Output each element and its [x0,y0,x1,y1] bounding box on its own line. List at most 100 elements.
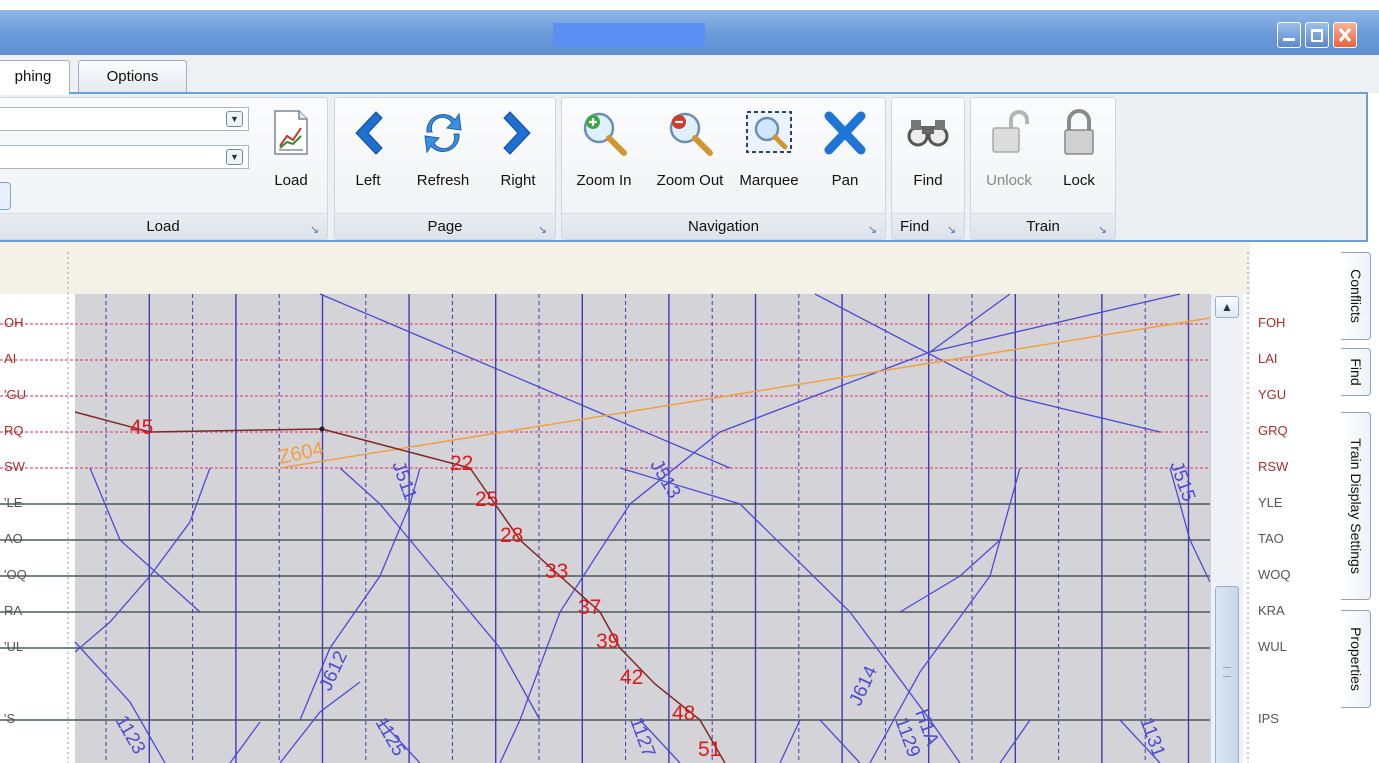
load-option-button[interactable] [0,182,11,210]
scroll-up-button[interactable]: ▲ [1215,296,1239,318]
refresh-button[interactable]: Refresh [405,104,481,204]
title-bar [0,10,1379,55]
train-node [319,426,325,432]
navigation-group-label: Navigation ↘ [562,213,885,239]
unlock-label: Unlock [986,172,1032,189]
lock-label: Lock [1063,172,1095,189]
station-label: KRA [1258,603,1285,618]
side-tab-train-display-settings[interactable]: Train Display Settings [1341,412,1371,600]
station-label: AI [4,351,17,366]
dialog-launcher-icon[interactable]: ↘ [538,218,547,243]
train-group: Unlock Lock Train ↘ [970,97,1116,240]
vertical-scrollbar[interactable]: ▲ [1210,294,1243,763]
find-group-label: Find ↘ [892,213,964,239]
graph-header-strip [0,242,1250,294]
pan-button[interactable]: Pan [814,104,876,204]
chevron-down-icon[interactable]: ▼ [226,149,243,165]
refresh-icon [424,112,462,154]
load-combo-1[interactable]: ▼ [0,107,249,131]
station-label: OH [4,315,24,330]
tab-options[interactable]: Options [78,60,187,93]
time-marker-label: 28 [500,524,523,547]
unlock-icon [992,110,1029,153]
zoom-in-icon [583,112,627,156]
time-marker-label: 33 [545,560,568,583]
tab-graphing[interactable]: phing [0,60,70,95]
arrow-left-icon [355,111,383,155]
time-marker-label: 22 [450,452,473,475]
maximize-button[interactable] [1305,22,1329,48]
find-button[interactable]: Find [898,104,958,204]
pan-cross-icon [824,111,866,155]
side-tab-find[interactable]: Find [1341,348,1371,396]
station-label: 'S [4,711,16,726]
marquee-zoom-icon [746,111,792,153]
station-label: RQ [4,423,24,438]
load-group: ▼ ▼ Load Load ↘ [0,97,328,240]
zoom-out-button[interactable]: Zoom Out [648,104,732,204]
binoculars-icon [907,120,949,147]
dialog-launcher-icon[interactable]: ↘ [310,218,319,243]
station-label: IPS [1258,711,1279,726]
page-group: Left Refresh Right Page ↘ [334,97,556,240]
station-label: 'OQ [4,567,27,582]
close-icon [1338,28,1352,42]
time-marker-label: 48 [672,702,695,725]
dialog-launcher-icon[interactable]: ↘ [1098,218,1107,243]
station-label: YGU [1258,387,1287,402]
station-label: WOQ [1258,567,1291,582]
time-marker-label: 45 [130,416,153,439]
page-group-label: Page ↘ [335,213,555,239]
chevron-down-icon[interactable]: ▼ [226,111,243,127]
find-label: Find [913,172,943,189]
time-marker-label: 39 [596,630,619,653]
plot-background [75,294,1210,763]
lock-icon [1064,109,1094,155]
time-marker-label: 51 [698,738,721,761]
time-marker-label: 37 [578,596,601,619]
marquee-button[interactable]: Marquee [734,104,804,204]
time-marker-label: 25 [475,488,498,511]
close-button[interactable] [1333,22,1357,48]
left-label: Left [355,172,381,189]
load-combo-2[interactable]: ▼ [0,145,249,169]
side-tab-conflicts[interactable]: Conflicts [1341,252,1371,340]
station-label: LAI [1258,351,1278,366]
station-label: RA [4,603,23,618]
time-marker-label: 42 [620,666,643,689]
scroll-thumb[interactable] [1215,586,1239,763]
unlock-button[interactable]: Unlock [977,104,1041,204]
grip-icon [1223,667,1231,677]
train-graph[interactable]: Z604 J511 J513 J515 J612 J614 1123 1125 1127 1129… [0,242,1379,763]
station-label: TAO [1258,531,1284,546]
side-tab-properties[interactable]: Properties [1341,610,1371,708]
side-tab-strip: Conflicts Find Train Display Settings Pr… [1339,252,1379,763]
station-label: YLE [1258,495,1283,510]
station-label: SW [4,459,25,474]
zoom-out-icon [669,112,713,156]
zoom-out-label: Zoom Out [656,172,724,189]
station-label: AO [4,531,23,546]
refresh-label: Refresh [416,172,470,189]
train-graph-canvas[interactable]: Z604J511 J513 J515J612 J6141123 1125 1127 1129… [0,242,1379,763]
ribbon-tab-bar: phing Options [0,55,1379,95]
station-label: 'LE [4,495,23,510]
pan-label: Pan [831,172,859,189]
zoom-in-label: Zoom In [576,172,632,189]
train-group-label: Train ↘ [971,213,1115,239]
station-label: 'UL [4,639,24,654]
zoom-in-button[interactable]: Zoom In [566,104,642,204]
station-label: WUL [1258,639,1287,654]
minimize-button[interactable] [1277,22,1301,48]
load-group-label: Load ↘ [0,213,327,239]
lock-button[interactable]: Lock [1049,104,1109,204]
navigation-group: Zoom In Zoom Out Marquee Pan Navigation ↘ [561,97,886,240]
load-button[interactable]: Load [261,104,321,204]
dialog-launcher-icon[interactable]: ↘ [868,218,877,243]
marquee-label: Marquee [739,172,799,189]
load-label: Load [274,172,308,189]
dialog-launcher-icon[interactable]: ↘ [947,218,956,243]
left-button[interactable]: Left [343,104,393,204]
right-button[interactable]: Right [491,104,545,204]
ribbon: ▼ ▼ Load Load ↘ Left Refresh Right Page … [0,92,1368,242]
